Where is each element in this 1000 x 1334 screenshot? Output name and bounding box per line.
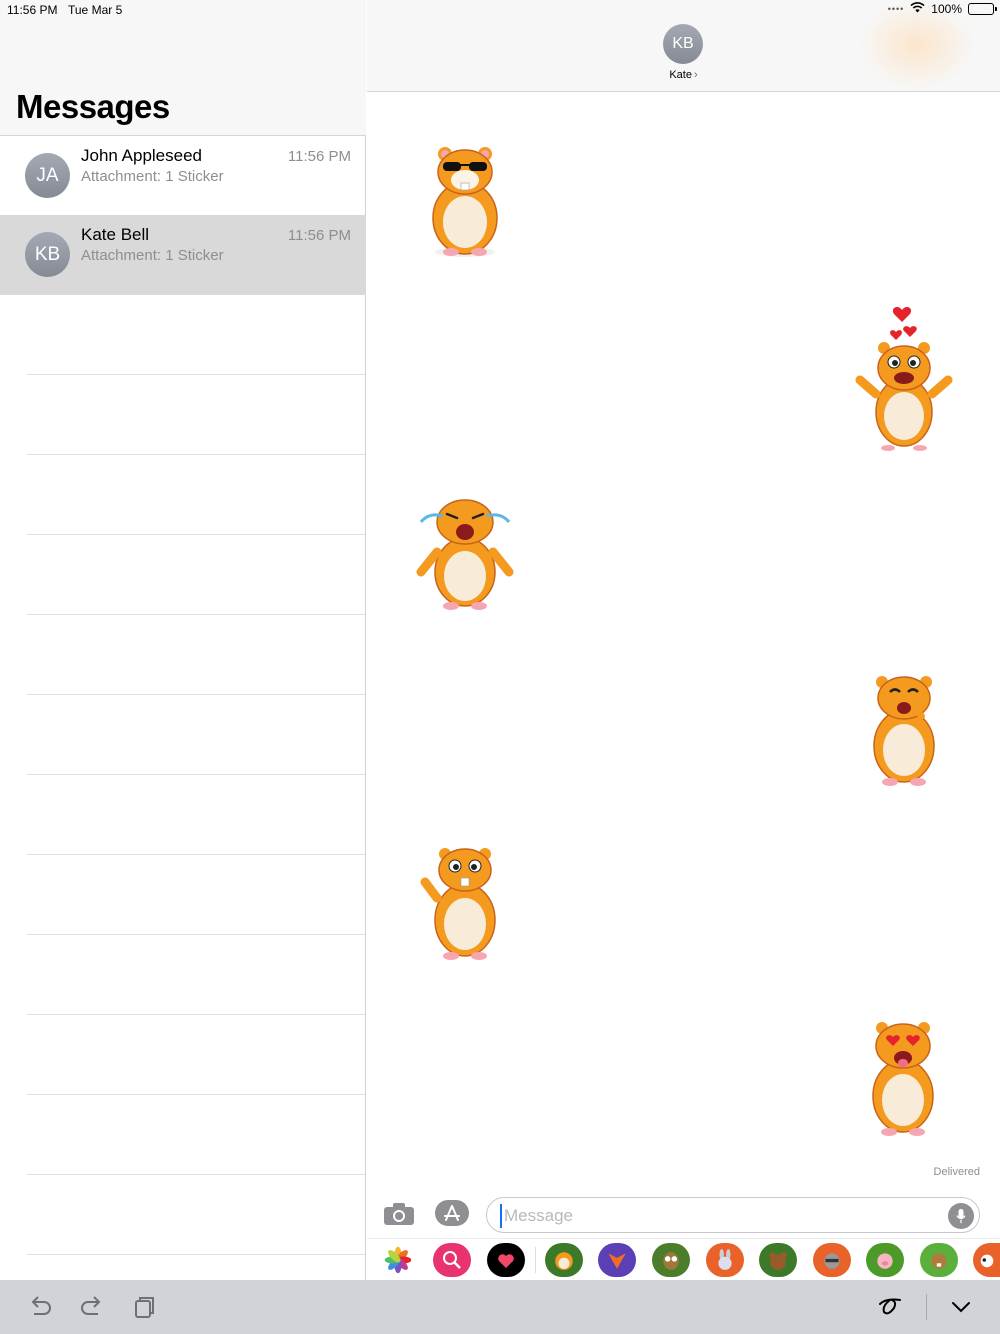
camera-icon bbox=[384, 1203, 414, 1225]
drawer-divider bbox=[535, 1247, 536, 1273]
contact-name-button[interactable]: Kate › bbox=[367, 69, 1000, 81]
multitasking-dots-icon: •••• bbox=[887, 4, 905, 14]
hamster-heart-eyes-sticker[interactable] bbox=[860, 1018, 946, 1138]
avatar: JA bbox=[25, 153, 70, 198]
conversation-preview: Attachment: 1 Sticker bbox=[81, 168, 224, 185]
wifi-icon bbox=[910, 2, 925, 16]
images-search-app-icon[interactable] bbox=[433, 1243, 471, 1277]
clipboard-icon bbox=[135, 1297, 154, 1318]
empty-row-divider bbox=[27, 1254, 365, 1255]
bunny-sticker-app-icon[interactable] bbox=[706, 1243, 744, 1277]
conversation-time: 11:56 PM bbox=[287, 148, 351, 165]
empty-row-divider bbox=[27, 374, 365, 375]
owl-sticker-app-icon[interactable] bbox=[652, 1243, 690, 1277]
conversation-preview: Attachment: 1 Sticker bbox=[81, 247, 224, 264]
status-right: •••• 100% bbox=[887, 2, 997, 16]
hamster-sunglasses-sticker[interactable] bbox=[415, 140, 515, 260]
conversation-row-kate-bell[interactable]: KB Kate Bell Attachment: 1 Sticker 11:56… bbox=[0, 215, 366, 295]
dismiss-keyboard-button[interactable] bbox=[947, 1294, 975, 1320]
panda-sticker-app-icon[interactable] bbox=[973, 1243, 1000, 1277]
avatar: KB bbox=[25, 232, 70, 277]
hamster-hearts-sticker[interactable] bbox=[854, 302, 954, 452]
contact-name: Kate bbox=[669, 69, 692, 81]
bear-sticker-app-icon[interactable] bbox=[759, 1243, 797, 1277]
empty-row-divider bbox=[27, 934, 365, 935]
battery-percent: 100% bbox=[931, 2, 962, 16]
empty-row-divider bbox=[27, 1094, 365, 1095]
messages-app: 11:56 PM Tue Mar 5 •••• 100% Messages JA… bbox=[0, 0, 1000, 1334]
photos-app-icon[interactable] bbox=[379, 1243, 417, 1277]
pig-sticker-app-icon[interactable] bbox=[866, 1243, 904, 1277]
hamster-laughing-sticker[interactable] bbox=[864, 668, 944, 788]
empty-row-divider bbox=[27, 694, 365, 695]
fox-sticker-app-icon[interactable] bbox=[598, 1243, 636, 1277]
conversation-name: John Appleseed bbox=[81, 146, 202, 165]
empty-row-divider bbox=[27, 1174, 365, 1175]
message-input-bar bbox=[367, 1188, 1000, 1238]
status-date: Tue Mar 5 bbox=[68, 3, 123, 17]
shortcut-bar-divider bbox=[926, 1294, 927, 1320]
keyboard-shortcut-bar bbox=[0, 1280, 1000, 1334]
chevron-down-icon bbox=[952, 1302, 970, 1313]
redo-icon bbox=[81, 1296, 101, 1315]
beaver-sticker-app-icon[interactable] bbox=[920, 1243, 958, 1277]
handwriting-button[interactable] bbox=[876, 1294, 908, 1320]
page-title: Messages bbox=[16, 88, 170, 125]
app-store-icon bbox=[435, 1200, 469, 1226]
chevron-right-icon: › bbox=[693, 69, 698, 81]
digital-touch-app-icon[interactable] bbox=[487, 1243, 525, 1277]
message-input[interactable] bbox=[500, 1204, 930, 1228]
status-bar: 11:56 PM Tue Mar 5 •••• 100% bbox=[0, 0, 1000, 20]
camera-button[interactable] bbox=[383, 1202, 415, 1226]
app-drawer bbox=[367, 1238, 1000, 1280]
conversation-name: Kate Bell bbox=[81, 225, 150, 244]
empty-row-divider bbox=[27, 534, 365, 535]
sidebar-header: Messages bbox=[0, 0, 366, 136]
conversation-list-panel: Messages JA John Appleseed Attachment: 1… bbox=[0, 0, 366, 1280]
app-store-button[interactable] bbox=[435, 1200, 469, 1226]
status-time: 11:56 PM bbox=[7, 3, 58, 17]
battery-icon bbox=[968, 3, 997, 15]
conversation-time: 11:56 PM bbox=[287, 227, 351, 244]
contact-avatar[interactable]: KB bbox=[663, 24, 703, 64]
empty-row-divider bbox=[27, 614, 365, 615]
hamster-crying-sticker[interactable] bbox=[413, 492, 517, 612]
microphone-icon bbox=[956, 1208, 966, 1223]
raccoon-sticker-app-icon[interactable] bbox=[813, 1243, 851, 1277]
dictation-button[interactable] bbox=[948, 1203, 974, 1229]
undo-button[interactable] bbox=[26, 1294, 54, 1320]
undo-icon bbox=[31, 1296, 51, 1315]
conversation-row-john-appleseed[interactable]: JA John Appleseed Attachment: 1 Sticker … bbox=[0, 136, 366, 216]
handwriting-icon bbox=[879, 1298, 901, 1315]
hamster-waving-sticker[interactable] bbox=[419, 842, 511, 962]
redo-button[interactable] bbox=[78, 1294, 106, 1320]
message-field[interactable] bbox=[486, 1197, 980, 1233]
empty-row-divider bbox=[27, 854, 365, 855]
hamster-sticker-app-icon[interactable] bbox=[545, 1243, 583, 1277]
conversation-panel: KB Kate › Delivered Message bbox=[367, 0, 1000, 1280]
delivered-status: Delivered bbox=[933, 1166, 980, 1178]
empty-row-divider bbox=[27, 454, 365, 455]
empty-row-divider bbox=[27, 1014, 365, 1015]
paste-button[interactable] bbox=[131, 1294, 159, 1320]
empty-row-divider bbox=[27, 774, 365, 775]
